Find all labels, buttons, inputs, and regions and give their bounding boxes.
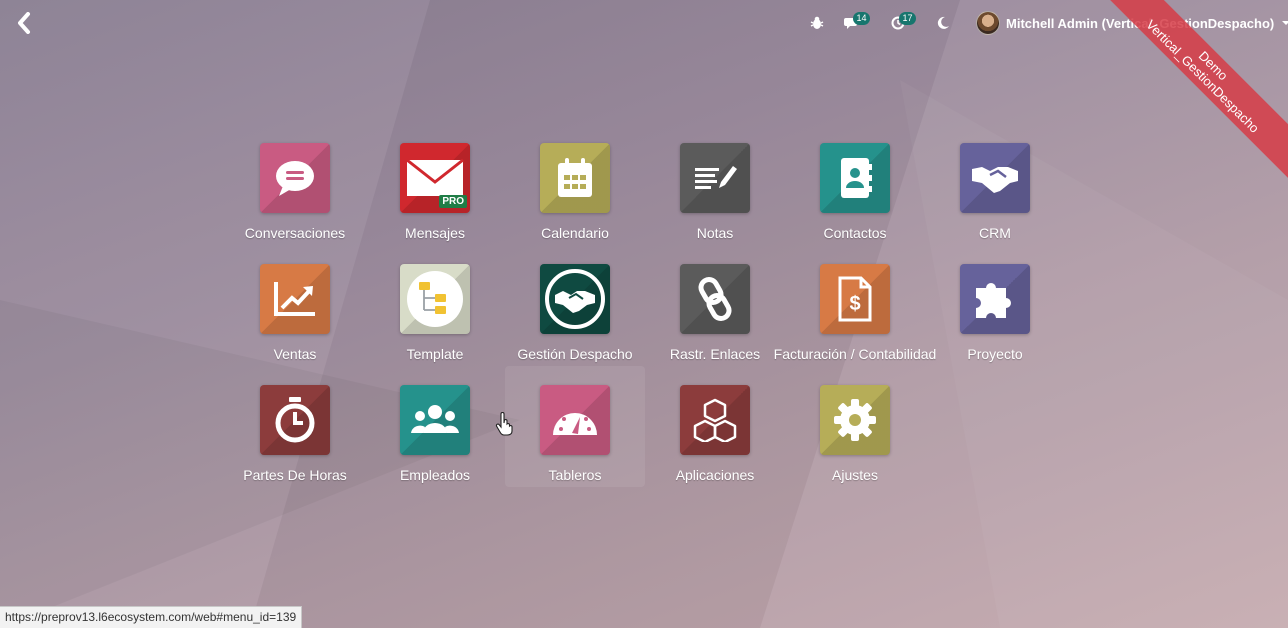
app-label: Template (406, 346, 464, 362)
activities-button[interactable]: 17 (886, 0, 918, 46)
app-icon-tile (260, 264, 330, 334)
folder-tree-icon (407, 271, 463, 327)
app-template[interactable]: Template (365, 245, 505, 366)
debug-button[interactable] (807, 0, 827, 46)
app-icon-tile (960, 143, 1030, 213)
app-icon-tile (260, 385, 330, 455)
app-ajustes[interactable]: Ajustes (785, 366, 925, 487)
app-label: Conversaciones (244, 225, 346, 241)
app-label: Ventas (273, 346, 317, 362)
caret-down-icon (1282, 21, 1288, 25)
app-conversaciones[interactable]: Conversaciones (225, 124, 365, 245)
app-icon-tile: $ (820, 264, 890, 334)
chevron-left-icon (18, 12, 30, 34)
app-icon-tile: PRO (400, 143, 470, 213)
user-menu[interactable]: Mitchell Admin (Vertical_GestionDespacho… (976, 11, 1288, 35)
app-icon-tile (680, 143, 750, 213)
trend-chart-icon (274, 282, 315, 316)
users-icon (411, 405, 459, 433)
app-label: Tableros (548, 467, 602, 483)
stopwatch-icon (275, 397, 315, 443)
gear-icon (834, 399, 876, 441)
app-gestion-despacho[interactable]: Gestión Despacho (505, 245, 645, 366)
app-mensajes[interactable]: PRO Mensajes (365, 124, 505, 245)
notes-icon (695, 166, 737, 189)
messages-button[interactable]: 14 (840, 0, 872, 46)
link-icon (698, 277, 732, 321)
user-name: Mitchell Admin (Vertical_GestionDespacho… (1006, 15, 1275, 31)
status-bar-url: https://preprov13.l6ecosystem.com/web#me… (0, 606, 303, 628)
app-icon-tile (820, 143, 890, 213)
app-ventas[interactable]: Ventas (225, 245, 365, 366)
app-empleados[interactable]: Empleados (365, 366, 505, 487)
app-icon-tile (260, 143, 330, 213)
app-facturacion[interactable]: $ Facturación / Contabilidad (774, 245, 936, 366)
address-book-icon (841, 158, 872, 198)
bug-icon (810, 16, 824, 29)
calendar-icon (558, 158, 592, 197)
app-label: Gestión Despacho (517, 346, 633, 362)
app-grid: Conversaciones PRO Mensajes Calendario N… (225, 124, 1065, 487)
app-label: Mensajes (405, 225, 465, 241)
app-aplicaciones[interactable]: Aplicaciones (645, 366, 785, 487)
back-button[interactable] (12, 10, 36, 36)
app-icon-tile (400, 385, 470, 455)
app-label: Partes De Horas (243, 467, 347, 483)
avatar (976, 11, 1000, 35)
app-label: Empleados (399, 467, 471, 483)
app-icon-tile (540, 385, 610, 455)
pro-badge: PRO (439, 195, 467, 208)
messages-count-badge: 14 (853, 12, 870, 25)
app-crm[interactable]: CRM (925, 124, 1065, 245)
gauge-icon (553, 409, 597, 435)
app-proyecto[interactable]: Proyecto (925, 245, 1065, 366)
handshake-circle-icon (545, 269, 605, 329)
app-label: Notas (696, 225, 734, 241)
app-label: Proyecto (967, 346, 1023, 362)
app-notas[interactable]: Notas (645, 124, 785, 245)
invoice-icon: $ (838, 276, 872, 322)
app-label: Ajustes (832, 467, 878, 483)
app-rastr-enlaces[interactable]: Rastr. Enlaces (645, 245, 785, 366)
app-label: Rastr. Enlaces (669, 346, 761, 362)
app-icon-tile (960, 264, 1030, 334)
app-contactos[interactable]: Contactos (785, 124, 925, 245)
app-icon-tile (680, 385, 750, 455)
app-icon-tile (400, 264, 470, 334)
top-navbar: 14 17 Mitchell Admin (Vertical_GestionDe… (0, 0, 1288, 46)
dark-mode-toggle[interactable] (932, 0, 954, 46)
app-label: CRM (979, 225, 1011, 241)
envelope-icon (406, 158, 464, 196)
cubes-icon (693, 398, 737, 442)
puzzle-icon (976, 283, 1011, 318)
app-calendario[interactable]: Calendario (505, 124, 645, 245)
chat-bubble-icon (276, 161, 314, 196)
moon-icon (937, 16, 949, 29)
handshake-icon (972, 167, 1018, 193)
activities-count-badge: 17 (899, 12, 916, 25)
app-label: Facturación / Contabilidad (773, 346, 937, 362)
app-label: Aplicaciones (675, 467, 755, 483)
app-partes-de-horas[interactable]: Partes De Horas (225, 366, 365, 487)
app-icon-tile (540, 143, 610, 213)
app-label: Calendario (541, 225, 609, 241)
app-icon-tile (820, 385, 890, 455)
svg-text:$: $ (849, 293, 860, 315)
app-icon-tile (540, 264, 610, 334)
app-tableros[interactable]: Tableros (505, 366, 645, 487)
app-label: Contactos (823, 225, 887, 241)
app-icon-tile (680, 264, 750, 334)
